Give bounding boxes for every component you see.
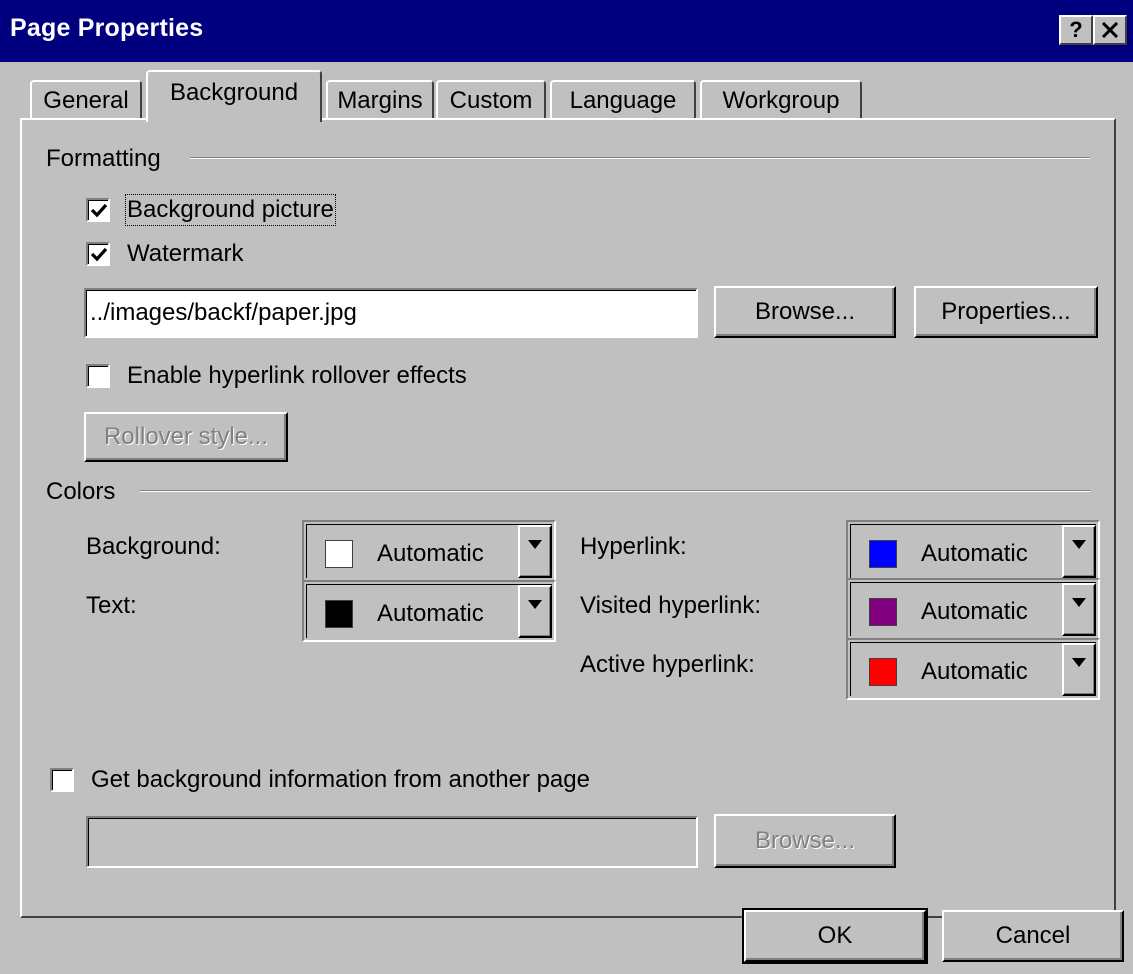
background-color-dropdown-button[interactable]: [518, 525, 552, 578]
background-picture-label[interactable]: Background picture: [125, 194, 336, 226]
text-color-dropdown-button[interactable]: [518, 585, 552, 638]
help-button[interactable]: ?: [1059, 15, 1093, 45]
active-hyperlink-color-select[interactable]: Automatic: [846, 638, 1100, 700]
background-color-value: Automatic: [377, 540, 484, 567]
combo-field: Automatic: [850, 642, 1096, 696]
ok-button[interactable]: OK: [742, 908, 928, 964]
checkmark-icon: [90, 247, 108, 262]
background-color-label: Background:: [86, 533, 221, 560]
another-page-browse-button[interactable]: Browse...: [714, 814, 896, 868]
dropdown-arrow-icon: [1072, 598, 1086, 607]
tab-custom[interactable]: Custom: [436, 80, 546, 120]
hyperlink-color-dropdown-button[interactable]: [1062, 525, 1096, 578]
tab-general[interactable]: General: [30, 80, 142, 120]
tab-label: General: [43, 87, 129, 114]
hyperlink-color-label: Hyperlink:: [580, 533, 687, 560]
tab-label: Margins: [337, 87, 423, 114]
tab-label: Custom: [449, 87, 533, 114]
tab-label: Background: [169, 79, 299, 106]
active-hyperlink-color-value: Automatic: [921, 658, 1028, 685]
visited-hyperlink-color-label: Visited hyperlink:: [580, 592, 761, 619]
checkmark-icon: [90, 203, 108, 218]
combo-field: Automatic: [306, 584, 552, 638]
dropdown-arrow-icon: [1072, 540, 1086, 549]
background-picture-text: Background picture: [127, 196, 334, 223]
text-color-label: Text:: [86, 592, 137, 619]
active-hyperlink-color-swatch: [869, 658, 897, 686]
hyperlink-color-swatch: [869, 540, 897, 568]
properties-button[interactable]: Properties...: [914, 286, 1098, 338]
tab-margins[interactable]: Margins: [326, 80, 434, 120]
formatting-group-label: Formatting: [46, 145, 173, 173]
rollover-effects-checkbox[interactable]: [86, 364, 110, 388]
active-tab-joint: [148, 116, 320, 122]
combo-field: Automatic: [306, 524, 552, 578]
text-color-select[interactable]: Automatic: [302, 580, 556, 642]
tab-panel-background: [20, 118, 1116, 918]
background-color-select[interactable]: Automatic: [302, 520, 556, 582]
window-title: Page Properties: [10, 14, 204, 42]
rollover-style-button[interactable]: Rollover style...: [84, 412, 288, 462]
dropdown-arrow-icon: [528, 600, 542, 609]
colors-group-label: Colors: [46, 478, 128, 506]
visited-hyperlink-color-select[interactable]: Automatic: [846, 578, 1100, 640]
active-hyperlink-color-dropdown-button[interactable]: [1062, 643, 1096, 696]
watermark-checkbox[interactable]: [86, 242, 110, 266]
tab-background[interactable]: Background: [146, 70, 322, 122]
hyperlink-color-value: Automatic: [921, 540, 1028, 567]
watermark-label[interactable]: Watermark: [127, 240, 243, 268]
text-color-swatch: [325, 600, 353, 628]
tab-workgroup[interactable]: Workgroup: [700, 80, 862, 120]
background-color-swatch: [325, 540, 353, 568]
close-icon: [1101, 22, 1119, 38]
active-hyperlink-color-label: Active hyperlink:: [580, 651, 755, 678]
formatting-divider: [190, 157, 1090, 159]
tab-label: Language: [569, 87, 677, 114]
combo-field: Automatic: [850, 582, 1096, 636]
visited-hyperlink-color-dropdown-button[interactable]: [1062, 583, 1096, 636]
combo-field: Automatic: [850, 524, 1096, 578]
visited-hyperlink-color-value: Automatic: [921, 598, 1028, 625]
background-image-path-input[interactable]: ../images/backf/paper.jpg: [84, 288, 698, 338]
visited-hyperlink-color-swatch: [869, 598, 897, 626]
close-button[interactable]: [1093, 15, 1127, 45]
cancel-button[interactable]: Cancel: [942, 910, 1124, 962]
background-picture-checkbox[interactable]: [86, 198, 110, 222]
dropdown-arrow-icon: [528, 540, 542, 549]
another-page-label[interactable]: Get background information from another …: [91, 766, 590, 794]
rollover-effects-label[interactable]: Enable hyperlink rollover effects: [127, 362, 467, 390]
help-icon: ?: [1069, 17, 1083, 42]
dropdown-arrow-icon: [1072, 658, 1086, 667]
browse-button[interactable]: Browse...: [714, 286, 896, 338]
another-page-path-input[interactable]: [86, 816, 698, 868]
hyperlink-color-select[interactable]: Automatic: [846, 520, 1100, 582]
another-page-checkbox[interactable]: [50, 768, 74, 792]
text-color-value: Automatic: [377, 600, 484, 627]
colors-divider: [140, 490, 1090, 492]
tab-language[interactable]: Language: [550, 80, 696, 120]
tab-label: Workgroup: [722, 87, 840, 114]
